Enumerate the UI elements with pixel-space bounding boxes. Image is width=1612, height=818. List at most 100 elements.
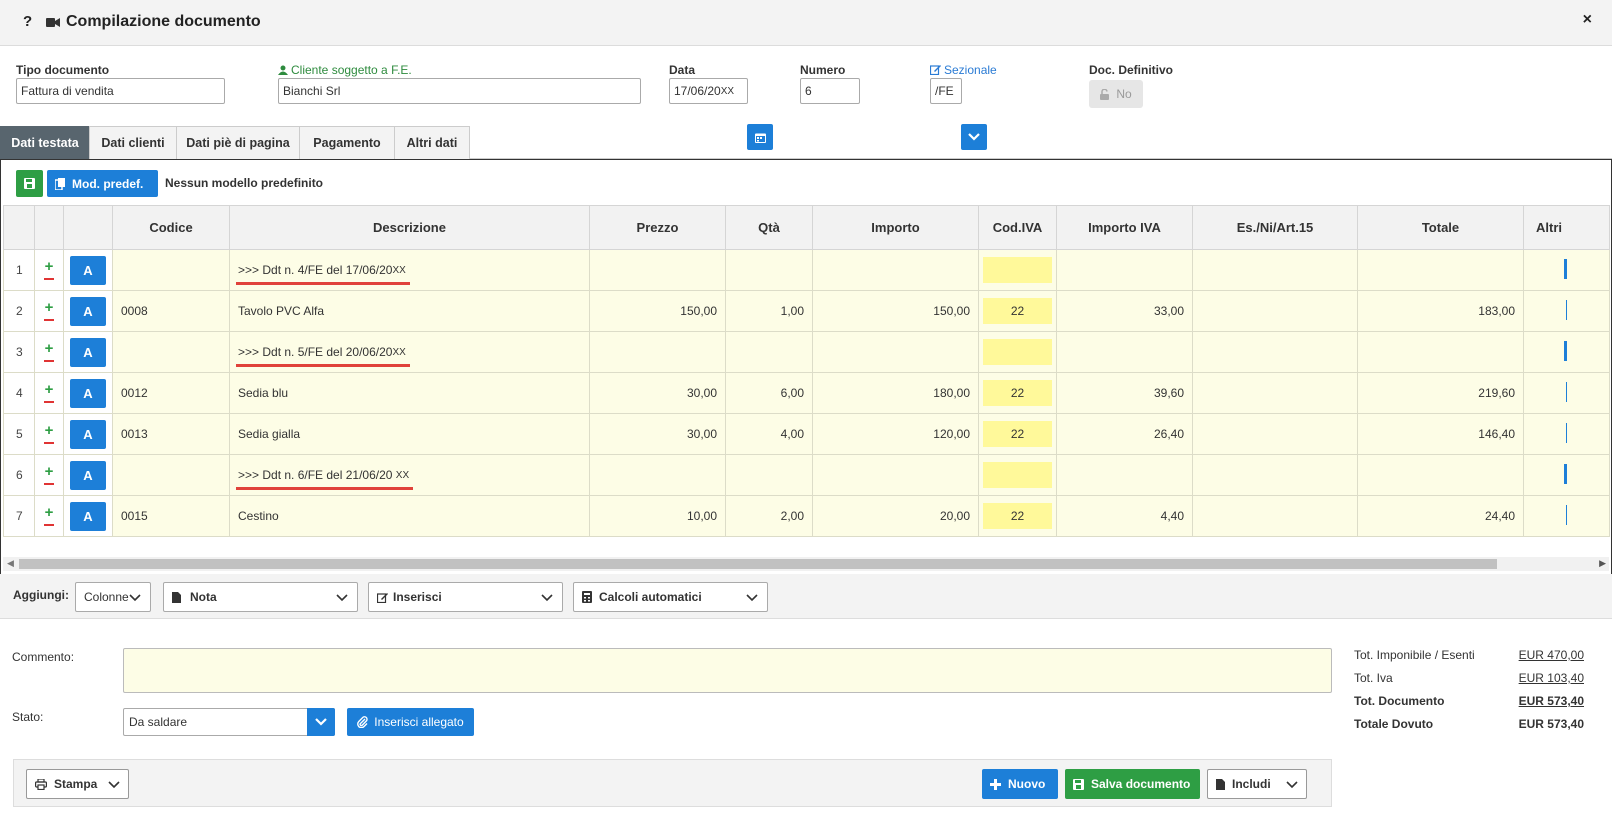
definitivo-toggle[interactable]: No [1089, 80, 1143, 108]
article-button[interactable]: A [70, 419, 106, 449]
codice-cell[interactable]: 0013 [112, 413, 230, 455]
column-header-qta[interactable]: Qtà [725, 205, 813, 250]
totale-documento-value[interactable]: EUR 573,40 [1519, 694, 1584, 708]
codice-cell[interactable]: 0012 [112, 372, 230, 414]
article-button[interactable]: A [70, 501, 106, 531]
horizontal-scrollbar[interactable]: ◀ ▶ [3, 557, 1609, 571]
sezionale-field[interactable]: /FE [930, 78, 962, 104]
qta-cell[interactable] [725, 249, 813, 291]
column-header-totale[interactable]: Totale [1357, 205, 1524, 250]
altri-cell[interactable] [1523, 454, 1610, 496]
descrizione-cell[interactable]: >>> Ddt n. 4/FE del 17/06/20XX [229, 249, 590, 291]
table-row[interactable]: 6 + A >>> Ddt n. 6/FE del 21/06/20 XX [3, 454, 1610, 496]
importo-iva-cell[interactable]: 26,40 [1056, 413, 1193, 455]
qta-cell[interactable]: 1,00 [725, 290, 813, 332]
stato-select[interactable]: Da saldare [123, 708, 335, 736]
descrizione-cell[interactable]: >>> Ddt n. 6/FE del 21/06/20 XX [229, 454, 590, 496]
cliente-field[interactable]: Bianchi Srl [278, 78, 641, 104]
inserisci-allegato-button[interactable]: Inserisci allegato [347, 708, 474, 736]
importo-iva-cell[interactable] [1056, 249, 1193, 291]
colonne-dropdown[interactable]: Colonne [75, 582, 151, 612]
remove-row-icon[interactable] [44, 441, 54, 444]
article-button[interactable]: A [70, 296, 106, 326]
es-ni-cell[interactable] [1192, 495, 1358, 537]
table-row[interactable]: 3 + A >>> Ddt n. 5/FE del 20/06/20XX [3, 331, 1610, 373]
scrollbar-thumb[interactable] [19, 559, 1497, 569]
es-ni-cell[interactable] [1192, 413, 1358, 455]
numero-field[interactable]: 6 [800, 78, 860, 104]
article-button[interactable]: A [70, 378, 106, 408]
importo-iva-cell[interactable]: 4,40 [1056, 495, 1193, 537]
article-button[interactable]: A [70, 255, 106, 285]
descrizione-cell[interactable]: Sedia gialla [229, 413, 590, 455]
nota-dropdown[interactable]: Nota [163, 582, 358, 612]
descrizione-cell[interactable]: Sedia blu [229, 372, 590, 414]
sezionale-label[interactable]: Sezionale [929, 63, 997, 77]
add-row-icon[interactable]: + [36, 505, 63, 520]
add-row-icon[interactable]: + [36, 423, 63, 438]
calcoli-automatici-dropdown[interactable]: Calcoli automatici [573, 582, 768, 612]
prezzo-cell[interactable]: 150,00 [589, 290, 726, 332]
descrizione-cell[interactable]: >>> Ddt n. 5/FE del 20/06/20XX [229, 331, 590, 373]
remove-row-icon[interactable] [44, 359, 54, 362]
qta-cell[interactable] [725, 454, 813, 496]
prezzo-cell[interactable]: 10,00 [589, 495, 726, 537]
qta-cell[interactable]: 4,00 [725, 413, 813, 455]
stampa-dropdown[interactable]: Stampa [26, 769, 129, 799]
tab-pagamento[interactable]: Pagamento [299, 126, 395, 159]
totale-imponibile-value[interactable]: EUR 470,00 [1519, 648, 1584, 662]
remove-row-icon[interactable] [44, 482, 54, 485]
cod-iva-cell[interactable] [978, 454, 1057, 496]
totale-cell[interactable]: 24,40 [1357, 495, 1524, 537]
add-row-icon[interactable]: + [36, 382, 63, 397]
tab-dati-pie-di-pagina[interactable]: Dati piè di pagina [176, 126, 300, 159]
cod-iva-cell[interactable]: 22 [978, 413, 1057, 455]
add-row-icon[interactable]: + [36, 259, 63, 274]
table-row[interactable]: 4 + A 0012 Sedia blu 30,00 6,00 180,00 2… [3, 372, 1610, 414]
table-row[interactable]: 5 + A 0013 Sedia gialla 30,00 4,00 120,0… [3, 413, 1610, 455]
totale-cell[interactable]: 183,00 [1357, 290, 1524, 332]
prezzo-cell[interactable]: 30,00 [589, 413, 726, 455]
qta-cell[interactable] [725, 331, 813, 373]
totale-cell[interactable] [1357, 249, 1524, 291]
importo-cell[interactable] [812, 249, 979, 291]
help-icon[interactable]: ? [23, 13, 32, 30]
stato-dropdown-button[interactable] [307, 708, 335, 736]
remove-row-icon[interactable] [44, 523, 54, 526]
altri-cell[interactable] [1523, 372, 1610, 414]
codice-cell[interactable]: 0008 [112, 290, 230, 332]
cod-iva-cell[interactable]: 22 [978, 372, 1057, 414]
column-header-prezzo[interactable]: Prezzo [589, 205, 726, 250]
codice-cell[interactable] [112, 249, 230, 291]
cod-iva-cell[interactable] [978, 249, 1057, 291]
prezzo-cell[interactable] [589, 454, 726, 496]
importo-cell[interactable] [812, 454, 979, 496]
save-model-button[interactable] [16, 170, 43, 197]
es-ni-cell[interactable] [1192, 372, 1358, 414]
table-row[interactable]: 7 + A 0015 Cestino 10,00 2,00 20,00 22 4… [3, 495, 1610, 537]
column-header-importo-iva[interactable]: Importo IVA [1056, 205, 1193, 250]
tab-altri-dati[interactable]: Altri dati [394, 126, 470, 159]
table-row[interactable]: 1 + A >>> Ddt n. 4/FE del 17/06/20XX [3, 249, 1610, 291]
column-header-altri[interactable]: Altri [1523, 205, 1610, 250]
data-field[interactable]: 17/06/20XX [669, 78, 748, 104]
add-row-icon[interactable]: + [36, 300, 63, 315]
column-header-cod-iva[interactable]: Cod.IVA [978, 205, 1057, 250]
totale-cell[interactable] [1357, 454, 1524, 496]
es-ni-cell[interactable] [1192, 249, 1358, 291]
scroll-left-icon[interactable]: ◀ [7, 558, 14, 569]
column-header-importo[interactable]: Importo [812, 205, 979, 250]
importo-cell[interactable]: 120,00 [812, 413, 979, 455]
totale-iva-value[interactable]: EUR 103,40 [1519, 671, 1584, 685]
column-header-codice[interactable]: Codice [112, 205, 230, 250]
mod-predef-button[interactable]: Mod. predef. [47, 170, 158, 197]
includi-dropdown[interactable]: Includi [1207, 769, 1307, 799]
codice-cell[interactable] [112, 331, 230, 373]
tab-dati-clienti[interactable]: Dati clienti [89, 126, 177, 159]
cod-iva-cell[interactable]: 22 [978, 495, 1057, 537]
article-button[interactable]: A [70, 460, 106, 490]
inserisci-dropdown[interactable]: Inserisci [368, 582, 563, 612]
salva-documento-button[interactable]: Salva documento [1065, 769, 1200, 799]
es-ni-cell[interactable] [1192, 454, 1358, 496]
importo-iva-cell[interactable] [1056, 331, 1193, 373]
